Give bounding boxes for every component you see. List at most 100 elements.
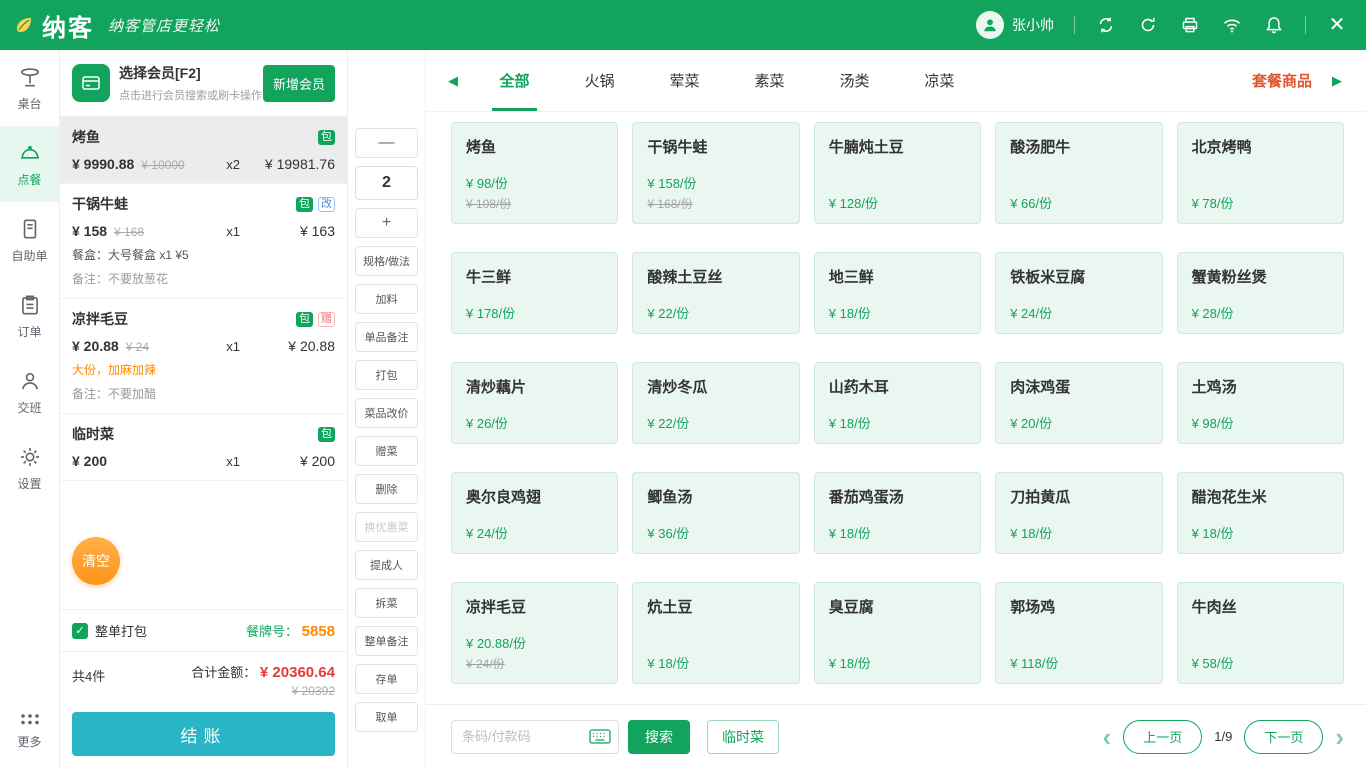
next-page-button[interactable]: 下一页 bbox=[1244, 720, 1323, 754]
tool-button[interactable]: 赠菜 bbox=[355, 436, 418, 466]
sidebar-item-more[interactable]: 更多 bbox=[0, 698, 60, 762]
pack-label: 整单打包 bbox=[95, 621, 147, 640]
menu-card[interactable]: 烤鱼 ¥ 98/份 ¥ 108/份 bbox=[451, 122, 618, 224]
menu-card[interactable]: 番茄鸡蛋汤 ¥ 18/份 bbox=[814, 472, 981, 554]
menu-card[interactable]: 醋泡花生米 ¥ 18/份 bbox=[1177, 472, 1344, 554]
sidebar-item-orders[interactable]: 订单 bbox=[0, 278, 60, 354]
order-item[interactable]: 干锅牛蛙 包 改 ¥ 158 ¥ 168 x1 ¥ 163 bbox=[60, 184, 347, 299]
items-count: 共4件 bbox=[72, 662, 105, 685]
menu-dish-price: ¥ 128/份 bbox=[829, 177, 966, 212]
menu-card[interactable]: 北京烤鸭 ¥ 78/份 bbox=[1177, 122, 1344, 224]
next-chevron-icon[interactable]: › bbox=[1335, 724, 1344, 750]
menu-card[interactable]: 牛腩炖土豆 ¥ 128/份 bbox=[814, 122, 981, 224]
menu-card[interactable]: 酸汤肥牛 ¥ 66/份 bbox=[995, 122, 1162, 224]
dish-name: 干锅牛蛙 bbox=[72, 194, 128, 214]
menu-card[interactable]: 铁板米豆腐 ¥ 24/份 bbox=[995, 252, 1162, 334]
close-icon[interactable]: ✕ bbox=[1326, 14, 1348, 36]
menu-card[interactable]: 臭豆腐 ¥ 18/份 bbox=[814, 582, 981, 684]
tool-button[interactable]: 打包 bbox=[355, 360, 418, 390]
menu-dish-name: 蟹黄粉丝煲 bbox=[1192, 266, 1329, 287]
sidebar-item-shift[interactable]: 交班 bbox=[0, 354, 60, 430]
member-card-icon[interactable] bbox=[72, 64, 110, 102]
menu-card[interactable]: 鲫鱼汤 ¥ 36/份 bbox=[632, 472, 799, 554]
menu-card[interactable]: 清炒冬瓜 ¥ 22/份 bbox=[632, 362, 799, 444]
tool-button[interactable]: 换优惠菜 bbox=[355, 512, 418, 542]
dish-quantity: x1 bbox=[226, 454, 240, 469]
menu-card[interactable]: 凉拌毛豆 ¥ 20.88/份 ¥ 24/份 bbox=[451, 582, 618, 684]
clear-order-button[interactable]: 清空 bbox=[72, 537, 120, 585]
tool-button[interactable]: 整单备注 bbox=[355, 626, 418, 656]
pack-badge: 包 bbox=[318, 427, 335, 442]
menu-card[interactable]: 牛肉丝 ¥ 58/份 bbox=[1177, 582, 1344, 684]
sidebar-item-ordering[interactable]: 点餐 bbox=[0, 126, 60, 202]
menu-card[interactable]: 土鸡汤 ¥ 98/份 bbox=[1177, 362, 1344, 444]
menu-card[interactable]: 郭场鸡 ¥ 118/份 bbox=[995, 582, 1162, 684]
refresh-icon[interactable] bbox=[1137, 14, 1159, 36]
bell-icon[interactable] bbox=[1263, 14, 1285, 36]
menu-card[interactable]: 地三鲜 ¥ 18/份 bbox=[814, 252, 981, 334]
sync-icon[interactable] bbox=[1095, 14, 1117, 36]
wifi-icon[interactable] bbox=[1221, 14, 1243, 36]
category-tab[interactable]: 素菜 bbox=[727, 50, 812, 111]
temp-dish-button[interactable]: 临时菜 bbox=[707, 720, 779, 754]
tool-button[interactable]: 规格/做法 bbox=[355, 246, 418, 276]
category-scroll-right-icon[interactable]: ▶ bbox=[1318, 50, 1356, 111]
menu-card[interactable]: 肉沫鸡蛋 ¥ 20/份 bbox=[995, 362, 1162, 444]
category-tab[interactable]: 全部 bbox=[472, 50, 557, 111]
menu-card[interactable]: 山药木耳 ¥ 18/份 bbox=[814, 362, 981, 444]
menu-dish-name: 番茄鸡蛋汤 bbox=[829, 486, 966, 507]
order-item[interactable]: 凉拌毛豆 包 赠 ¥ 20.88 ¥ 24 x1 ¥ 20.88 bbox=[60, 299, 347, 414]
tool-button[interactable]: 提成人 bbox=[355, 550, 418, 580]
menu-card[interactable]: 奥尔良鸡翅 ¥ 24/份 bbox=[451, 472, 618, 554]
order-item[interactable]: 临时菜 包 ¥ 200 x1 ¥ 200 bbox=[60, 414, 347, 481]
sidebar-item-self-order[interactable]: 自助单 bbox=[0, 202, 60, 278]
qty-plus-button[interactable]: + bbox=[355, 208, 418, 238]
box-line: 餐盒：大号餐盒 x1 ¥5 bbox=[72, 246, 335, 263]
tool-button[interactable]: 菜品改价 bbox=[355, 398, 418, 428]
menu-dish-name: 土鸡汤 bbox=[1192, 376, 1329, 397]
page-indicator: 1/9 bbox=[1214, 729, 1232, 744]
note-line: 备注：不要加醋 bbox=[72, 385, 335, 402]
menu-card[interactable]: 蟹黄粉丝煲 ¥ 28/份 bbox=[1177, 252, 1344, 334]
add-member-button[interactable]: 新增会员 bbox=[263, 65, 335, 102]
order-item[interactable]: 烤鱼 包 ¥ 9990.88 ¥ 10000 x2 ¥ 19981.76 bbox=[60, 117, 347, 184]
tool-button[interactable]: 加料 bbox=[355, 284, 418, 314]
prev-chevron-icon[interactable]: ‹ bbox=[1103, 724, 1112, 750]
search-button[interactable]: 搜索 bbox=[628, 720, 690, 754]
tool-button[interactable]: 取单 bbox=[355, 702, 418, 732]
tool-button[interactable]: 存单 bbox=[355, 664, 418, 694]
tool-button[interactable]: 单品备注 bbox=[355, 322, 418, 352]
dish-price: ¥ 9990.88 bbox=[72, 156, 134, 172]
prev-page-button[interactable]: 上一页 bbox=[1123, 720, 1202, 754]
category-tab[interactable]: 荤菜 bbox=[642, 50, 727, 111]
modified-badge: 改 bbox=[318, 197, 335, 212]
sidebar-item-label: 桌台 bbox=[17, 95, 41, 112]
menu-dish-name: 凉拌毛豆 bbox=[466, 596, 603, 617]
member-select[interactable]: 选择会员[F2] 点击进行会员搜索或刷卡操作 bbox=[119, 63, 254, 103]
order-list-container: 烤鱼 包 ¥ 9990.88 ¥ 10000 x2 ¥ 19981.76 bbox=[60, 117, 347, 609]
menu-card[interactable]: 炕土豆 ¥ 18/份 bbox=[632, 582, 799, 684]
tool-button[interactable]: 删除 bbox=[355, 474, 418, 504]
checkout-button[interactable]: 结账 bbox=[72, 712, 335, 756]
keyboard-icon[interactable] bbox=[589, 729, 611, 744]
menu-card[interactable]: 牛三鲜 ¥ 178/份 bbox=[451, 252, 618, 334]
tool-button[interactable]: 拆菜 bbox=[355, 588, 418, 618]
whole-order-pack-checkbox[interactable]: ✓ bbox=[72, 623, 88, 639]
menu-card[interactable]: 酸辣土豆丝 ¥ 22/份 bbox=[632, 252, 799, 334]
menu-dish-name: 牛三鲜 bbox=[466, 266, 603, 287]
menu-card[interactable]: 干锅牛蛙 ¥ 158/份 ¥ 168/份 bbox=[632, 122, 799, 224]
bottom-bar: 搜索 临时菜 ‹ 上一页 1/9 下一页 › bbox=[426, 704, 1366, 768]
printer-icon[interactable] bbox=[1179, 14, 1201, 36]
category-tab[interactable]: 凉菜 bbox=[897, 50, 982, 111]
sidebar-item-tables[interactable]: 桌台 bbox=[0, 50, 60, 126]
category-tab[interactable]: 汤类 bbox=[812, 50, 897, 111]
category-tab[interactable]: 火锅 bbox=[557, 50, 642, 111]
badges: 包 bbox=[318, 130, 335, 145]
sidebar-item-settings[interactable]: 设置 bbox=[0, 430, 60, 506]
category-scroll-left-icon[interactable]: ◀ bbox=[434, 50, 472, 111]
menu-card[interactable]: 清炒藕片 ¥ 26/份 bbox=[451, 362, 618, 444]
user-menu[interactable]: 张小帅 bbox=[976, 11, 1054, 39]
combo-products-link[interactable]: 套餐商品 bbox=[1246, 50, 1318, 111]
menu-card[interactable]: 刀拍黄瓜 ¥ 18/份 bbox=[995, 472, 1162, 554]
qty-minus-button[interactable]: — bbox=[355, 128, 418, 158]
